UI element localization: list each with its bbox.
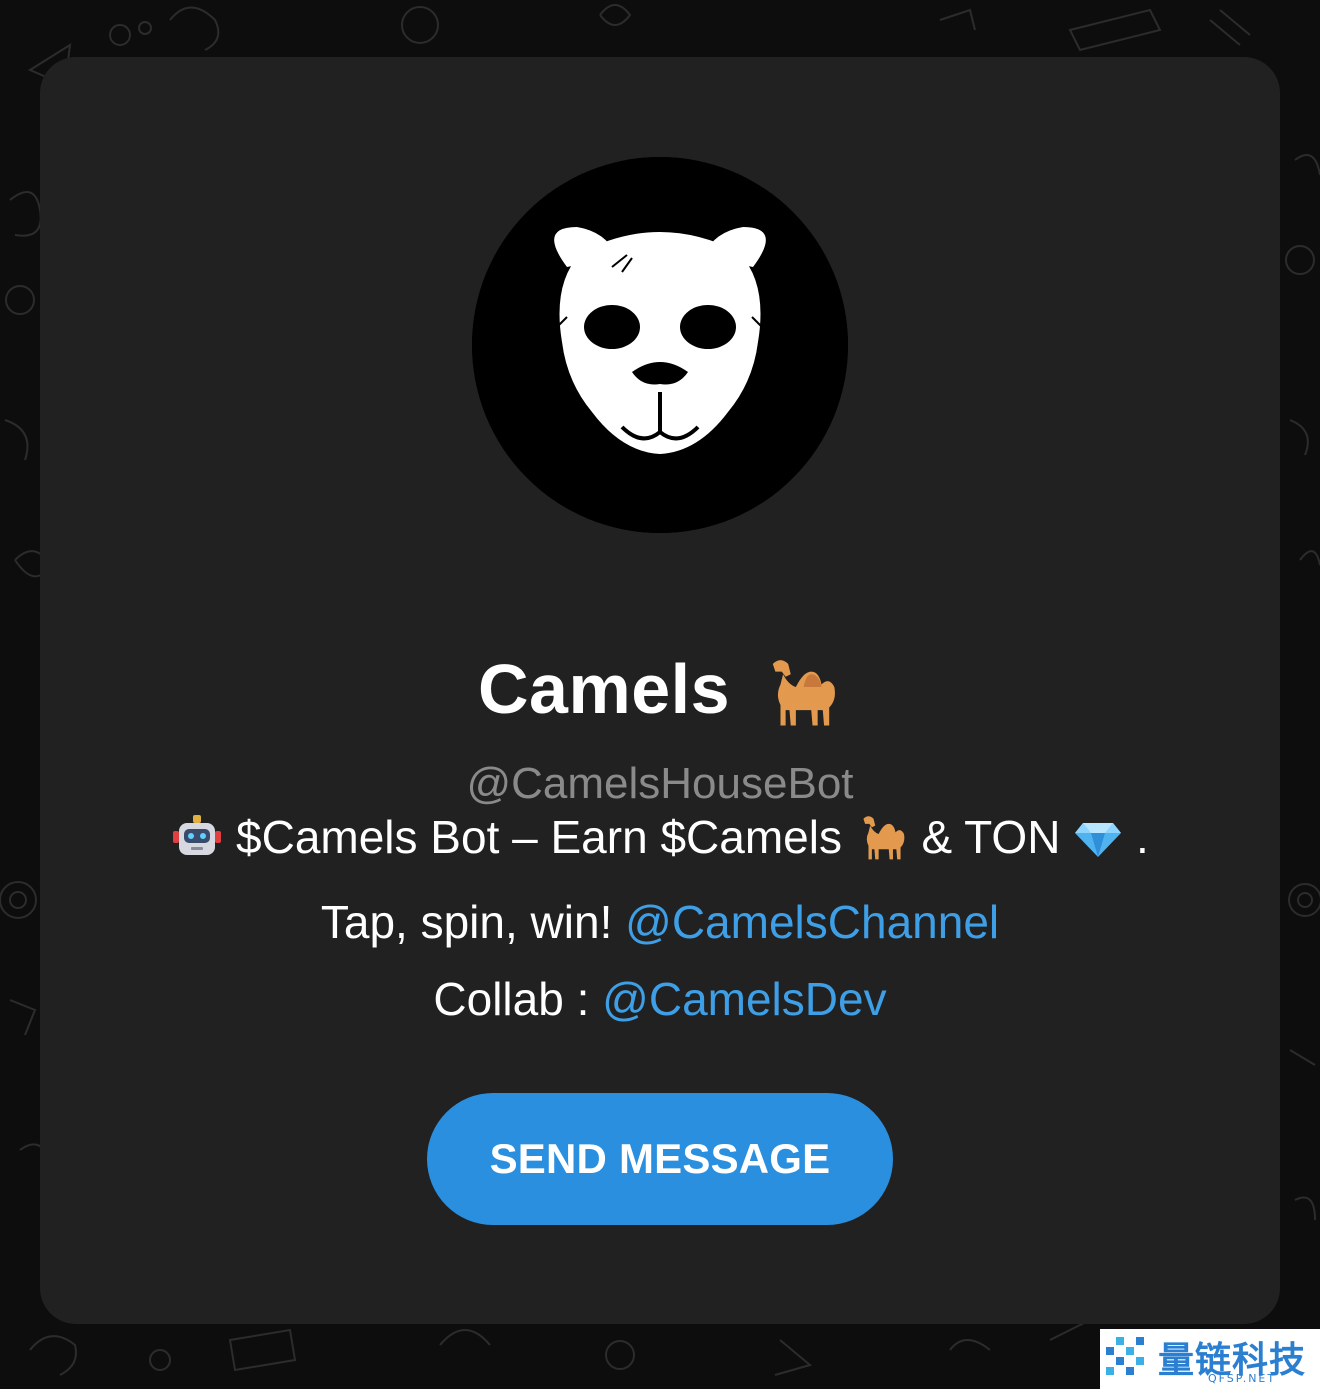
- send-message-button[interactable]: SEND MESSAGE: [427, 1093, 893, 1225]
- dev-link[interactable]: @CamelsDev: [602, 973, 886, 1025]
- profile-card: Camels @CamelsHouseBot $Camels Bot – Ear…: [40, 57, 1280, 1324]
- gem-emoji-icon: [1073, 807, 1123, 884]
- channel-link[interactable]: @CamelsChannel: [625, 896, 999, 948]
- camel-face-avatar-icon: [472, 157, 848, 533]
- watermark-logo-icon: [1106, 1337, 1144, 1375]
- camel-emoji-icon: [760, 646, 842, 733]
- bio-text-b: & TON: [921, 811, 1061, 863]
- bio-line-3-text: Collab :: [433, 973, 590, 1025]
- profile-bio: $Camels Bot – Earn $Camels & TON . Tap, …: [40, 799, 1280, 1038]
- bio-line-2-text: Tap, spin, win!: [320, 896, 613, 948]
- watermark: 量链科技 QFSP.NET: [1100, 1329, 1320, 1389]
- profile-title-row: Camels: [40, 639, 1280, 739]
- bio-text-a: $Camels Bot – Earn $Camels: [236, 811, 842, 863]
- bio-line-1: $Camels Bot – Earn $Camels & TON .: [40, 799, 1280, 884]
- profile-avatar[interactable]: [472, 157, 848, 533]
- profile-name: Camels: [477, 650, 731, 728]
- camel-emoji-small-icon: [855, 807, 909, 884]
- bio-line-2: Tap, spin, win! @CamelsChannel: [40, 884, 1280, 961]
- watermark-subtext: QFSP.NET: [1208, 1372, 1277, 1385]
- bio-line-3: Collab : @CamelsDev: [40, 961, 1280, 1038]
- bio-text-c: .: [1135, 811, 1149, 863]
- robot-emoji-icon: [171, 807, 223, 884]
